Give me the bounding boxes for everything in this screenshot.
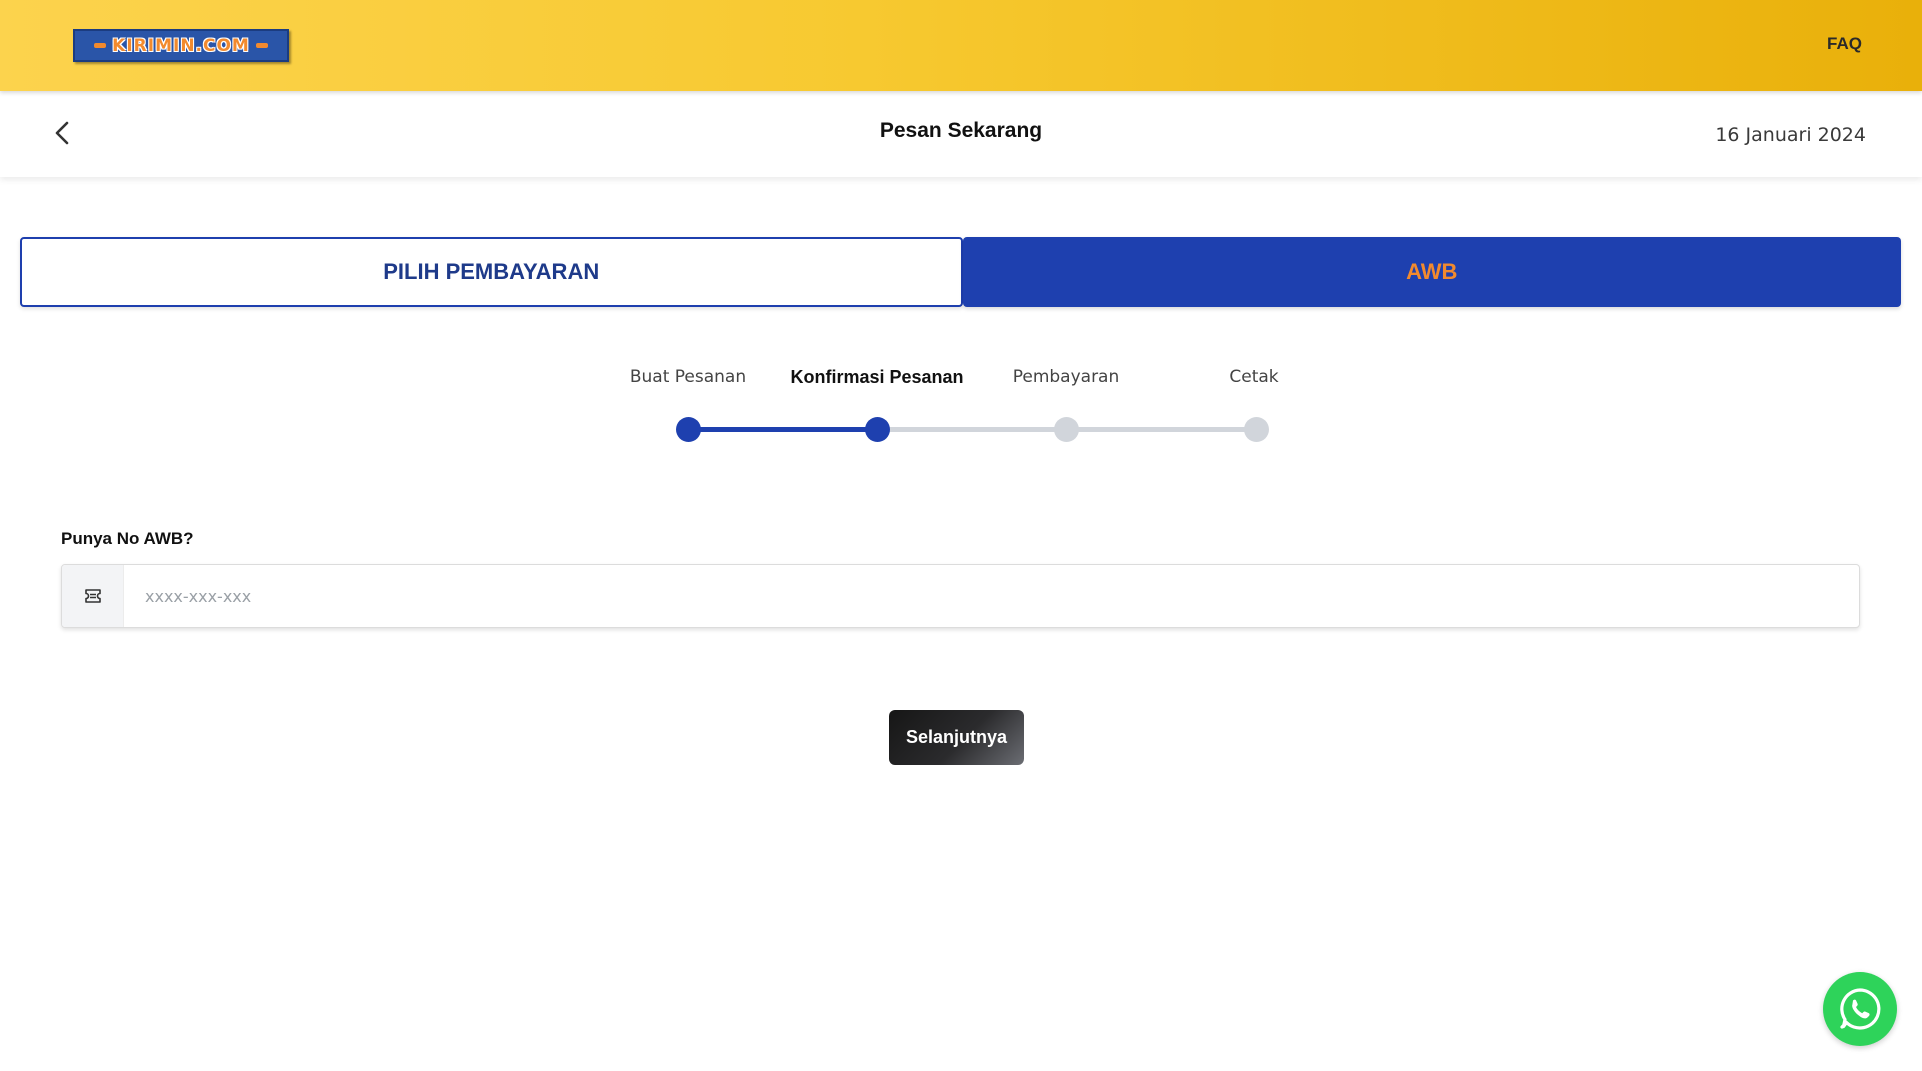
- tab-bar: PILIH PEMBAYARAN AWB: [20, 237, 1901, 307]
- step-label-cetak: Cetak: [1229, 367, 1279, 387]
- whatsapp-icon: [1840, 988, 1881, 1030]
- page-date: 16 Januari 2024: [1715, 124, 1866, 146]
- page-title: Pesan Sekarang: [879, 119, 1043, 142]
- step-connector-pending: [877, 427, 1067, 432]
- ticket-icon: [84, 589, 101, 603]
- step-connector-done: [688, 427, 877, 432]
- order-progress-stepper: Buat Pesanan Konfirmasi Pesanan Pembayar…: [0, 360, 1922, 450]
- step-label-konfirmasi-pesanan: Konfirmasi Pesanan: [790, 367, 964, 387]
- step-label-pembayaran: Pembayaran: [1012, 367, 1120, 387]
- step-dot-buat-pesanan: [676, 417, 701, 442]
- awb-input-group: [61, 564, 1860, 628]
- next-button[interactable]: Selanjutnya: [889, 710, 1024, 765]
- tab-pilih-pembayaran[interactable]: PILIH PEMBAYARAN: [20, 237, 963, 307]
- logo-decoration: [255, 43, 268, 48]
- step-dot-pembayaran: [1054, 417, 1079, 442]
- top-navbar: KIRIMIN.COM FAQ: [0, 0, 1922, 91]
- page-header: Pesan Sekarang 16 Januari 2024: [0, 91, 1922, 177]
- step-dot-konfirmasi-pesanan: [865, 417, 890, 442]
- awb-number-input[interactable]: [124, 565, 1859, 627]
- whatsapp-chat-button[interactable]: [1823, 972, 1897, 1046]
- step-label-buat-pesanan: Buat Pesanan: [629, 367, 747, 387]
- logo-text: KIRIMIN.COM: [112, 35, 250, 56]
- faq-link[interactable]: FAQ: [1827, 34, 1862, 54]
- step-dot-cetak: [1244, 417, 1269, 442]
- site-logo[interactable]: KIRIMIN.COM: [73, 29, 289, 62]
- step-connector-pending: [1067, 427, 1257, 432]
- awb-field-label: Punya No AWB?: [61, 529, 194, 548]
- awb-input-addon: [62, 565, 124, 627]
- tab-awb[interactable]: AWB: [962, 237, 1901, 307]
- logo-decoration: [94, 43, 107, 48]
